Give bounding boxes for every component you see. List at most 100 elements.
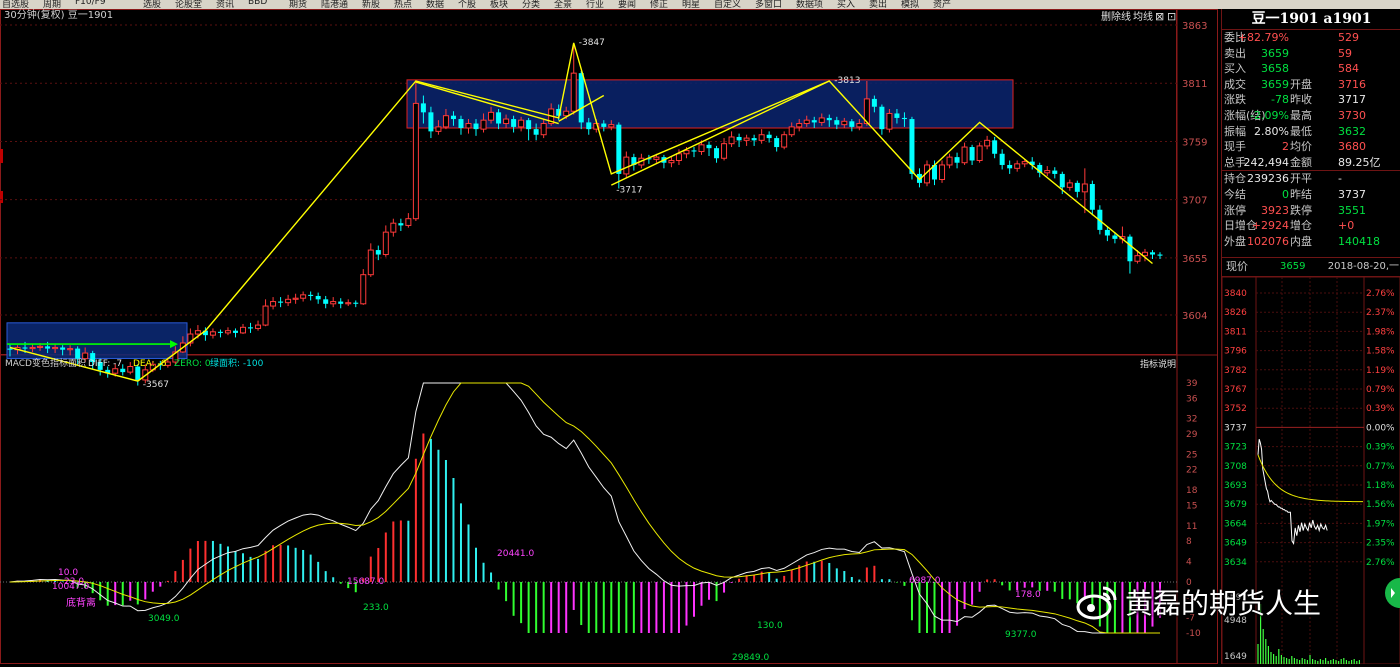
toolbar-item[interactable]: 自定义	[714, 0, 741, 9]
mini-price-tick: 3723	[1224, 443, 1247, 453]
quote-value: 3658	[1261, 62, 1289, 76]
candle-body-up	[675, 153, 682, 161]
candle-body-down	[248, 327, 254, 329]
candle-body-up	[67, 348, 74, 351]
maximize-icon[interactable]: ⊡	[1167, 10, 1176, 23]
candle-body-down	[75, 348, 81, 359]
candle-body-down	[533, 129, 539, 135]
toolbar-item[interactable]: 资产	[933, 0, 951, 9]
close-icon[interactable]: ⊠	[1155, 10, 1164, 23]
mini-price-line	[1257, 438, 1328, 546]
quote-row: 外盘 102076 内盘 140418	[1222, 234, 1400, 250]
candle-body-up	[976, 145, 983, 161]
quote-label: 开平	[1290, 172, 1312, 186]
candle-body-down	[217, 331, 223, 333]
toolbar-item[interactable]: 行业	[586, 0, 604, 9]
candle-body-up	[1081, 183, 1088, 193]
candle-body-up	[1044, 170, 1051, 174]
mini-price-tick: 3811	[1224, 327, 1247, 337]
ma-button[interactable]: 均线	[1133, 10, 1153, 23]
candle-body-down	[894, 113, 900, 118]
quote-label: 跌停	[1290, 203, 1312, 217]
price-point-label: -3717	[616, 185, 642, 195]
candle-body-down	[308, 294, 314, 296]
candle-body-up	[285, 298, 292, 304]
toolbar-item[interactable]: 自选股	[2, 0, 29, 9]
restore-button[interactable]: 删除线	[1101, 10, 1131, 23]
chart-panel[interactable]: 3863 3811 3759 3707 3655 3604 -3567 -3847 -3813…	[0, 8, 1218, 664]
mini-price-tick: 3664	[1224, 519, 1247, 529]
mini-pct-tick: 1.98%	[1366, 327, 1395, 337]
candle-body-down	[1112, 235, 1118, 239]
candle-body-up	[127, 366, 134, 373]
quote-value: 102076	[1247, 234, 1289, 248]
candle-body-up	[698, 144, 705, 153]
toolbar-item[interactable]: 期货	[289, 0, 307, 9]
candle-body-down	[338, 301, 344, 304]
quote-row: 涨停 3923 跌停 3551	[1222, 203, 1400, 219]
toolbar-item[interactable]: 论股堂	[175, 0, 202, 9]
candle-body-up	[390, 222, 397, 233]
candle-body-up	[683, 149, 690, 155]
toolbar-item[interactable]: 个股	[458, 0, 476, 9]
quote-label: 振幅	[1224, 124, 1246, 138]
toolbar-item[interactable]: 分类	[522, 0, 540, 9]
quote-label: 买入	[1224, 62, 1246, 76]
candle-body-up	[563, 110, 570, 117]
price-tick-label: 3707	[1182, 196, 1207, 207]
candle-body-up	[435, 126, 442, 132]
toolbar-item[interactable]: 卖出	[869, 0, 887, 9]
toolbar-item[interactable]: 周期	[43, 0, 61, 9]
macd-tick-label: -10	[1186, 629, 1201, 639]
price-axis: 3863 3811 3759 3707 3655 3604	[1182, 21, 1207, 322]
toolbar-item[interactable]: F10/F9	[75, 0, 106, 7]
mini-price-tick: 3840	[1224, 289, 1247, 299]
macd-tick-label: 18	[1186, 486, 1198, 496]
toolbar-item[interactable]: BBD	[248, 0, 267, 7]
candle-body-up	[292, 297, 299, 300]
candle-body-up	[300, 294, 307, 299]
candle-body-down	[871, 98, 877, 107]
macd-diff-value: DIFF: -7	[88, 359, 122, 369]
quote-label: 最低	[1290, 124, 1312, 138]
quote-value: 3551	[1338, 203, 1366, 217]
toolbar-item[interactable]: 板块	[490, 0, 508, 9]
toolbar-item[interactable]: 数据项	[796, 0, 823, 9]
toolbar-item[interactable]: 全景	[554, 0, 572, 9]
indicator-explain-button[interactable]: 指标说明	[1140, 358, 1176, 370]
toolbar-item[interactable]: 明星	[682, 0, 700, 9]
candle-body-up	[788, 126, 795, 136]
candle-body-up	[856, 123, 863, 128]
toolbar-item[interactable]: 选股	[143, 0, 161, 9]
toolbar-item[interactable]: 陆港通	[321, 0, 348, 9]
candle-body-down	[60, 347, 66, 350]
toolbar-item[interactable]: 修正	[650, 0, 668, 9]
candle-body-down	[1104, 229, 1110, 236]
candle-body-up	[743, 137, 750, 141]
quote-row: 成交 3659 开盘 3716	[1222, 77, 1400, 93]
quote-value: 89.25亿	[1338, 155, 1381, 169]
toolbar-item[interactable]: 数据	[426, 0, 444, 9]
candle-body-up	[270, 301, 277, 307]
candle-body-down	[811, 120, 817, 123]
quote-label: 内盘	[1290, 234, 1312, 248]
toolbar-item[interactable]: 热点	[394, 0, 412, 9]
toolbar-item[interactable]: 资讯	[216, 0, 234, 9]
chart-svg[interactable]: 3863 3811 3759 3707 3655 3604 -3567 -3847 -3813…	[0, 8, 1218, 664]
candle-body-up	[82, 352, 89, 360]
quote-label: 持仓	[1224, 172, 1246, 186]
toolbar-item[interactable]: 新股	[362, 0, 380, 9]
side-expand-icon[interactable]	[1383, 578, 1400, 608]
candle-body-up	[796, 123, 803, 128]
price-tick-label: 3863	[1182, 21, 1207, 32]
toolbar-item[interactable]: 模拟	[901, 0, 919, 9]
macd-tick-label: 22	[1186, 466, 1197, 476]
mini-pct-tick: 1.97%	[1366, 519, 1395, 529]
candle-body-down	[398, 223, 404, 226]
candle-body-down	[1074, 182, 1080, 192]
candle-body-down	[909, 119, 915, 174]
toolbar-item[interactable]: 买入	[837, 0, 855, 9]
candle-body-up	[488, 111, 495, 121]
toolbar-item[interactable]: 多窗口	[755, 0, 782, 9]
toolbar-item[interactable]: 要闻	[618, 0, 636, 9]
